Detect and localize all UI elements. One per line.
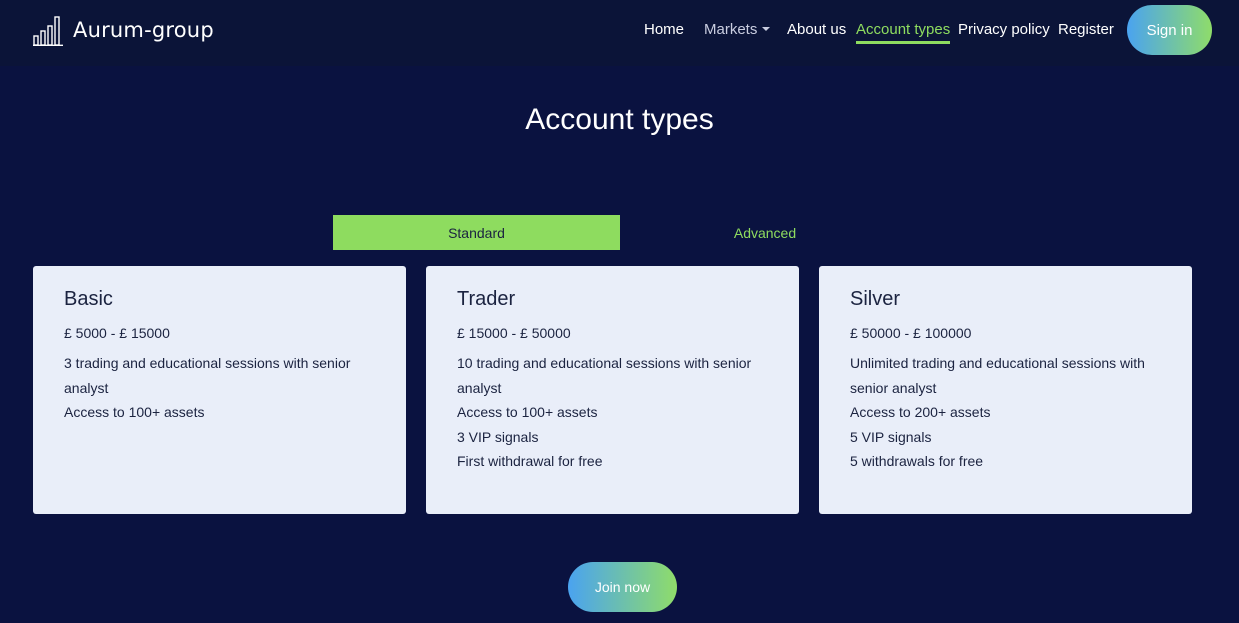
- card-feature: Access to 100+ assets: [457, 404, 598, 420]
- card-feature: Unlimited trading and educational sessio…: [850, 355, 1145, 396]
- nav-home[interactable]: Home: [644, 21, 684, 38]
- card-deposit-range: £ 5000 - £ 15000: [64, 325, 170, 341]
- tab-advanced[interactable]: Advanced: [620, 215, 910, 250]
- card-deposit-range: £ 15000 - £ 50000: [457, 325, 571, 341]
- account-card-silver: Silver £ 50000 - £ 100000 Unlimited trad…: [819, 266, 1192, 514]
- card-title: Basic: [64, 288, 113, 310]
- sign-in-button[interactable]: Sign in: [1127, 5, 1212, 55]
- tab-standard[interactable]: Standard: [333, 215, 620, 250]
- join-now-button[interactable]: Join now: [568, 562, 677, 612]
- card-feature: 3 VIP signals: [457, 428, 539, 445]
- account-card-trader: Trader £ 15000 - £ 50000 10 trading and …: [426, 266, 799, 514]
- card-feature: Access to 100+ assets: [64, 404, 205, 420]
- main-nav: Home Markets About us Account types Priv…: [0, 0, 1239, 66]
- card-feature: 5 withdrawals for free: [850, 453, 984, 469]
- card-feature: First withdrawal for free: [457, 453, 603, 469]
- nav-account-types[interactable]: Account types: [856, 21, 951, 44]
- navbar: Aurum-group Home Markets About us Accoun…: [0, 0, 1239, 66]
- card-deposit-range: £ 50000 - £ 100000: [850, 325, 972, 341]
- card-title: Silver: [850, 288, 901, 310]
- card-title: Trader: [457, 288, 516, 310]
- card-feature: Access to 200+ assets: [850, 404, 991, 420]
- card-feature: 3 trading and educational sessions with …: [64, 355, 351, 396]
- card-feature: 10 trading and educational sessions with…: [457, 355, 752, 396]
- nav-markets-label: Markets: [704, 21, 758, 38]
- nav-register[interactable]: Register: [1058, 21, 1114, 38]
- account-card-basic: Basic £ 5000 - £ 15000 3 trading and edu…: [33, 266, 406, 514]
- nav-about[interactable]: About us: [787, 21, 846, 38]
- caret-down-icon: [762, 27, 771, 31]
- page-title: Account types: [525, 103, 714, 136]
- nav-privacy-policy[interactable]: Privacy policy: [958, 21, 1050, 38]
- nav-markets-dropdown[interactable]: Markets: [704, 21, 771, 38]
- card-feature: 5 VIP signals: [850, 428, 932, 445]
